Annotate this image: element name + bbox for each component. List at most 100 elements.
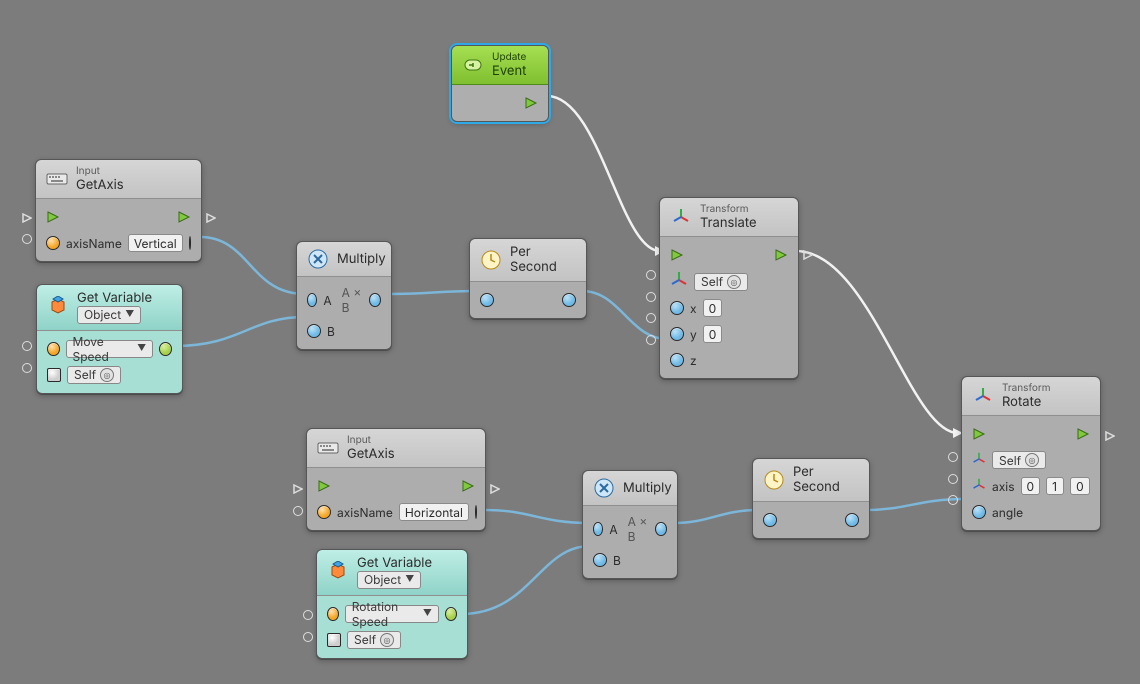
node-header: Per Second <box>753 459 869 502</box>
output-port[interactable] <box>475 505 477 519</box>
in-port[interactable] <box>480 293 494 307</box>
node-header: Per Second <box>470 239 586 282</box>
out-port[interactable] <box>562 293 576 307</box>
node-title: Per Second <box>510 245 576 275</box>
input-port[interactable] <box>317 505 331 519</box>
value-out-port[interactable] <box>445 607 457 621</box>
external-data-in <box>293 506 303 516</box>
expr-label: A × B <box>342 285 364 315</box>
axis-x-field[interactable]: 0 <box>1021 477 1041 495</box>
node-input-getaxis-horizontal[interactable]: InputGetAxis axisNameHorizontal <box>306 428 486 531</box>
target-picker-icon: ◎ <box>100 368 114 382</box>
scope-dropdown[interactable]: Object▼ <box>357 571 421 589</box>
target-picker-icon: ◎ <box>1025 453 1039 467</box>
flow-in-port[interactable] <box>46 210 60 224</box>
node-super: Transform <box>1002 383 1051 395</box>
scope-dropdown[interactable]: Object▼ <box>77 306 141 324</box>
node-header: Input GetAxis <box>36 160 201 199</box>
b-port[interactable] <box>593 553 607 567</box>
output-port[interactable] <box>189 236 191 250</box>
in-port[interactable] <box>763 513 777 527</box>
flow-in-port[interactable] <box>670 248 684 262</box>
node-get-variable-rotationspeed[interactable]: Get VariableObject▼ Rotation Speed▼ Self… <box>316 549 468 659</box>
axis-z-field[interactable]: 0 <box>1070 477 1090 495</box>
node-title: Per Second <box>793 465 859 495</box>
node-title: Rotate <box>1002 395 1051 410</box>
scope-label: Object <box>364 573 401 587</box>
node-subtitle: Event <box>492 64 526 79</box>
out-port[interactable] <box>845 513 859 527</box>
a-label: A <box>323 293 331 308</box>
variable-name-dropdown[interactable]: Move Speed▼ <box>66 340 154 358</box>
external-port <box>303 632 313 642</box>
variable-name-dropdown[interactable]: Rotation Speed▼ <box>345 605 439 623</box>
result-port[interactable] <box>369 293 381 307</box>
name-port[interactable] <box>327 607 339 621</box>
flow-in-port[interactable] <box>972 427 986 441</box>
name-port[interactable] <box>47 342 60 356</box>
axisname-field[interactable]: Horizontal <box>399 503 469 521</box>
chevron-down-icon: ▼ <box>423 608 432 619</box>
node-input-getaxis-vertical[interactable]: Input GetAxis axisName Vertical <box>35 159 202 262</box>
x-field[interactable]: 0 <box>703 299 723 317</box>
flow-out-port[interactable] <box>524 96 538 110</box>
external-flow-out <box>490 482 500 492</box>
external-port <box>22 341 32 351</box>
visual-scripting-canvas[interactable]: { "nodes": { "update": { "super": "Updat… <box>0 0 1140 684</box>
input-port[interactable] <box>46 236 60 250</box>
node-multiply-1[interactable]: Multiply AA × B B <box>296 241 392 350</box>
z-port[interactable] <box>670 353 684 367</box>
flow-out-port[interactable] <box>1076 427 1090 441</box>
a-port[interactable] <box>593 522 603 536</box>
node-per-second-2[interactable]: Per Second <box>752 458 870 539</box>
target-label: Self <box>701 274 723 289</box>
variable-icon <box>327 561 349 583</box>
external-flow-in <box>293 482 303 492</box>
external-port <box>303 610 313 620</box>
variable-name-label: Move Speed <box>73 334 134 364</box>
target-port[interactable] <box>327 633 341 647</box>
target-dropdown[interactable]: Self◎ <box>694 273 748 291</box>
x-port[interactable] <box>670 301 684 315</box>
y-field[interactable]: 0 <box>703 325 723 343</box>
b-port[interactable] <box>307 324 321 338</box>
transform-icon <box>972 452 986 469</box>
axisname-field[interactable]: Vertical <box>128 234 183 252</box>
node-transform-rotate[interactable]: TransformRotate Self◎ axis010 angle <box>961 376 1101 531</box>
flow-in-port[interactable] <box>317 479 331 493</box>
node-get-variable-movespeed[interactable]: Get Variable Object▼ Move Speed▼ Self ◎ <box>36 284 183 394</box>
a-port[interactable] <box>307 293 317 307</box>
target-port[interactable] <box>47 368 61 382</box>
target-dropdown[interactable]: Self ◎ <box>67 366 121 384</box>
node-title: Update <box>492 52 526 64</box>
flow-out-port[interactable] <box>177 210 191 224</box>
target-dropdown[interactable]: Self◎ <box>992 451 1046 469</box>
y-port[interactable] <box>670 327 684 341</box>
node-title: GetAxis <box>347 447 395 462</box>
flow-out-port[interactable] <box>461 479 475 493</box>
node-update-event[interactable]: Update Event <box>451 45 549 122</box>
external-flow-out <box>206 211 216 221</box>
node-title: Get Variable <box>77 291 152 306</box>
node-multiply-2[interactable]: Multiply AA × B B <box>582 470 678 579</box>
axis-y-field[interactable]: 1 <box>1046 477 1064 495</box>
external-port <box>22 363 32 373</box>
keyboard-icon <box>46 168 68 190</box>
node-per-second-1[interactable]: Per Second <box>469 238 587 319</box>
flow-out-port[interactable] <box>774 248 788 262</box>
angle-port[interactable] <box>972 505 986 519</box>
node-title: Multiply <box>623 481 672 496</box>
target-label: Self <box>74 367 96 382</box>
clock-icon <box>763 469 785 491</box>
target-dropdown[interactable]: Self◎ <box>347 631 401 649</box>
b-label: B <box>613 553 621 568</box>
value-out-port[interactable] <box>159 342 172 356</box>
multiply-icon <box>307 248 329 270</box>
result-port[interactable] <box>655 522 667 536</box>
axis-icon <box>972 478 986 495</box>
external-port <box>948 452 958 462</box>
node-transform-translate[interactable]: TransformTranslate Self◎ x0 y0 z <box>659 197 799 379</box>
node-header: Get VariableObject▼ <box>317 550 467 596</box>
external-port <box>646 270 656 280</box>
external-port <box>646 313 656 323</box>
